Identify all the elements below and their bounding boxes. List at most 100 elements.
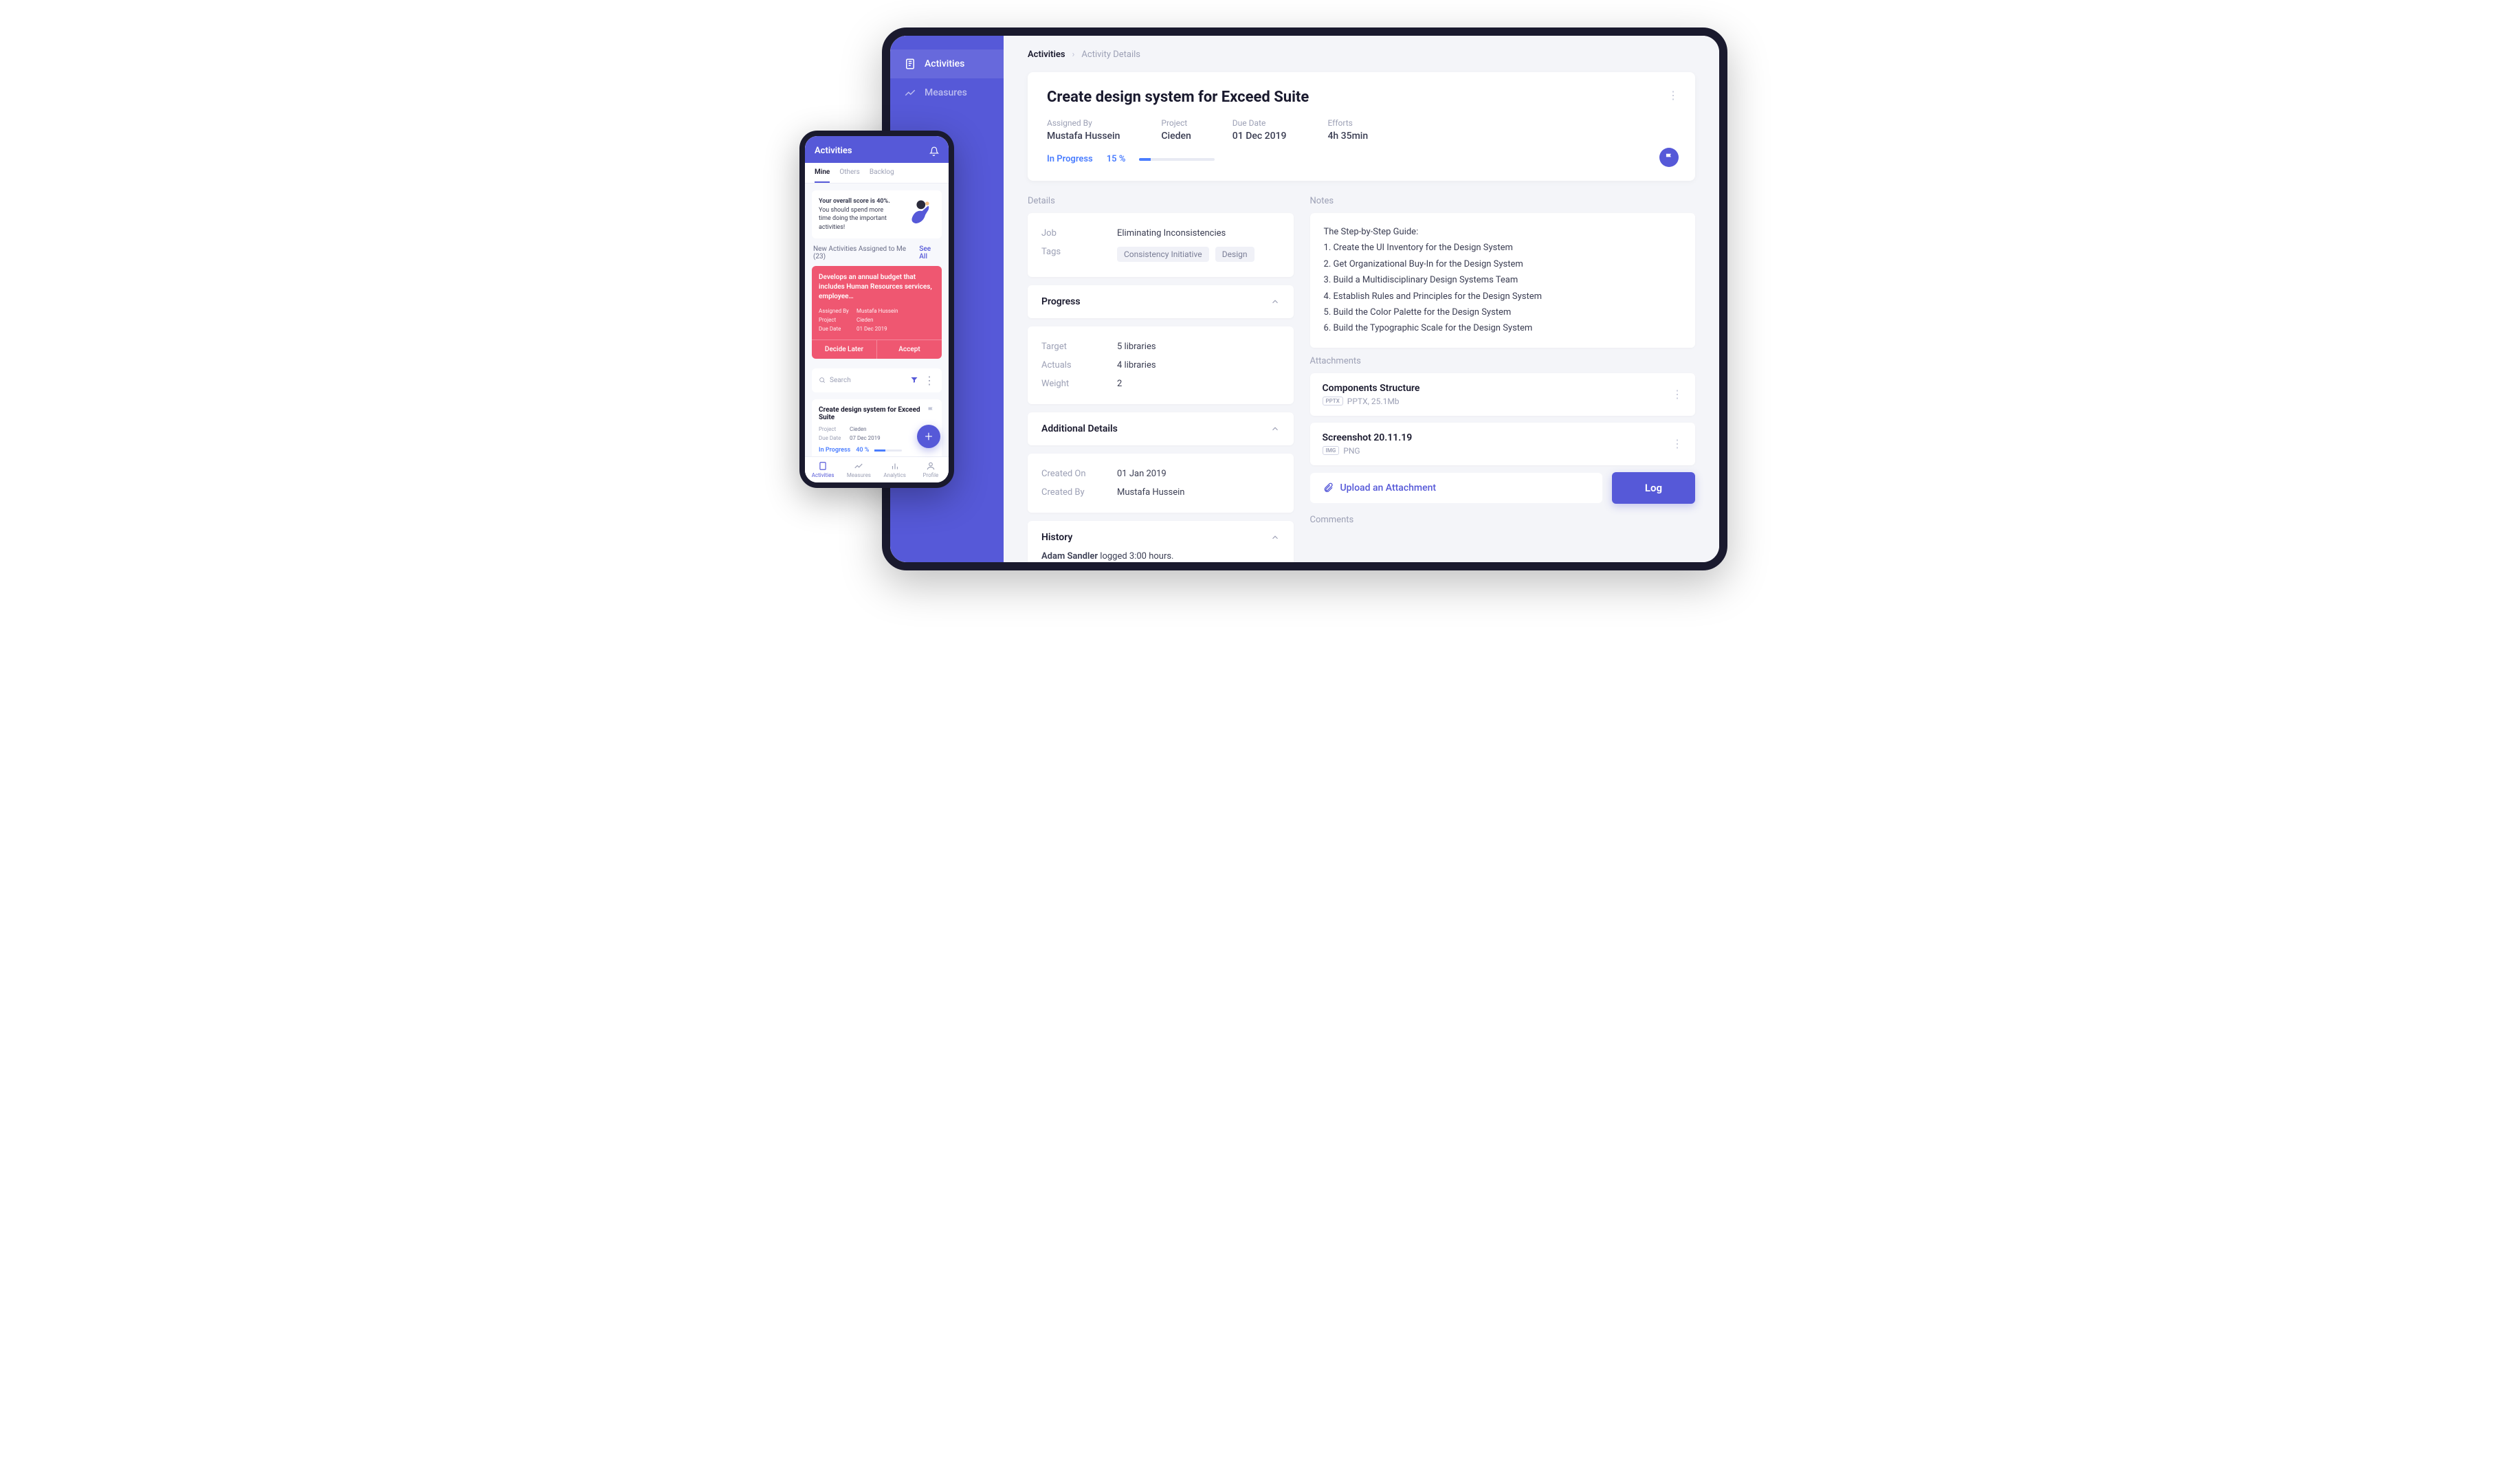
efforts-value: 4h 35min <box>1327 131 1368 142</box>
new-activity-card[interactable]: Develops an annual budget that includes … <box>812 266 942 358</box>
upload-label: Upload an Attachment <box>1340 482 1437 493</box>
flag-button[interactable] <box>1659 148 1679 167</box>
phone-device: Activities Mine Others Backlog Your over… <box>799 131 954 488</box>
attachment-item[interactable]: Screenshot 20.11.19 IMG PNG ⋮ <box>1310 423 1695 465</box>
more-icon[interactable]: ⋮ <box>1672 388 1683 401</box>
weight-value: 2 <box>1117 379 1122 389</box>
tag-pill[interactable]: Consistency Initiative <box>1117 247 1209 262</box>
search-bar: Search ⋮ <box>812 368 942 392</box>
phone-header-title: Activities <box>815 146 852 156</box>
label: Due Date <box>819 325 856 334</box>
created-by-value: Mustafa Hussein <box>1117 487 1184 498</box>
nav-activities[interactable]: Activities <box>805 457 841 482</box>
history-action: logged 3:00 hours. <box>1098 551 1173 561</box>
value: Cieden <box>856 317 874 323</box>
tab-others[interactable]: Others <box>839 168 860 183</box>
plus-icon: + <box>925 428 932 445</box>
notes-section-label: Notes <box>1310 196 1695 206</box>
score-text: You should spend more time doing the imp… <box>819 206 892 232</box>
more-icon[interactable]: ⋮ <box>924 374 935 387</box>
phone-bottom-nav: Activities Measures Analytics Profile <box>805 456 949 482</box>
attachment-name: Screenshot 20.11.19 <box>1323 432 1413 443</box>
nav-analytics[interactable]: Analytics <box>877 457 913 482</box>
created-on-label: Created On <box>1041 469 1096 479</box>
user-icon <box>926 461 936 471</box>
chevron-up-icon[interactable] <box>1270 533 1280 542</box>
nav-label: Profile <box>922 472 938 478</box>
accept-button[interactable]: Accept <box>876 340 942 359</box>
clipboard-icon <box>818 461 828 471</box>
notes-line: 6. Build the Typographic Scale for the D… <box>1324 320 1681 336</box>
notes-line: 1. Create the UI Inventory for the Desig… <box>1324 240 1681 256</box>
more-icon[interactable]: ⋮ <box>1668 89 1679 102</box>
value: Mustafa Hussein <box>856 308 898 314</box>
label: Due Date <box>819 434 850 443</box>
history-user: Adam Sandler <box>1041 551 1098 561</box>
value: Cieden <box>850 426 867 432</box>
chevron-right-icon: › <box>1072 49 1075 60</box>
job-label: Job <box>1041 228 1096 238</box>
list-progress-bar <box>874 449 902 452</box>
see-all-link[interactable]: See All <box>919 245 940 260</box>
sidebar-item-measures[interactable]: Measures <box>890 78 1004 107</box>
due-date-label: Due Date <box>1233 118 1287 128</box>
nav-label: Analytics <box>883 472 906 478</box>
tab-backlog[interactable]: Backlog <box>870 168 894 183</box>
bell-icon[interactable] <box>929 146 939 156</box>
list-card-title: Create design system for Exceed Suite <box>819 406 935 421</box>
tab-mine[interactable]: Mine <box>815 168 830 183</box>
progress-title: Progress <box>1041 296 1081 307</box>
phone-tabs: Mine Others Backlog <box>805 163 949 184</box>
history-title: History <box>1041 532 1072 543</box>
trend-icon <box>904 87 916 99</box>
tags-label: Tags <box>1041 247 1096 262</box>
nav-measures[interactable]: Measures <box>841 457 876 482</box>
attachments-section-label: Attachments <box>1310 356 1695 366</box>
progress-percent: 15 % <box>1107 154 1126 164</box>
chevron-up-icon[interactable] <box>1270 424 1280 434</box>
activity-title: Create design system for Exceed Suite <box>1047 89 1676 106</box>
trend-icon <box>854 461 863 471</box>
attachment-item[interactable]: Components Structure PPTX PPTX, 25.1Mb ⋮ <box>1310 373 1695 416</box>
notes-line: 4. Establish Rules and Principles for th… <box>1324 289 1681 304</box>
assigned-label: New Activities Assigned to Me (23) <box>813 245 919 260</box>
decide-later-button[interactable]: Decide Later <box>812 340 876 359</box>
search-icon <box>819 377 826 383</box>
nav-label: Measures <box>847 472 871 478</box>
breadcrumb-current: Activity Details <box>1081 49 1140 60</box>
value: 01 Dec 2019 <box>856 326 887 332</box>
file-type-badge: IMG <box>1323 446 1340 455</box>
attachment-meta-text: PPTX, 25.1Mb <box>1347 397 1400 406</box>
due-date-value: 01 Dec 2019 <box>1233 131 1287 142</box>
list-status: In Progress <box>819 447 850 454</box>
upload-attachment-link[interactable]: Upload an Attachment <box>1310 473 1602 503</box>
search-placeholder: Search <box>830 377 851 384</box>
right-column: Notes The Step-by-Step Guide: 1. Create … <box>1310 196 1695 562</box>
progress-bar <box>1139 158 1215 161</box>
target-value: 5 libraries <box>1117 342 1156 352</box>
log-button[interactable]: Log <box>1612 472 1695 504</box>
created-on-value: 01 Jan 2019 <box>1117 469 1167 479</box>
file-type-badge: PPTX <box>1323 397 1343 405</box>
sidebar-item-label: Measures <box>925 87 967 98</box>
tag-pill[interactable]: Design <box>1215 247 1255 262</box>
history-card: History Adam Sandler logged 3:00 hours. … <box>1028 521 1294 562</box>
breadcrumb: Activities › Activity Details <box>1028 49 1695 60</box>
weight-label: Weight <box>1041 379 1096 389</box>
chevron-up-icon[interactable] <box>1270 297 1280 307</box>
breadcrumb-root[interactable]: Activities <box>1028 49 1065 60</box>
assigned-by-label: Assigned By <box>1047 118 1120 128</box>
notes-line: 2. Get Organizational Buy-In for the Des… <box>1324 256 1681 272</box>
nav-profile[interactable]: Profile <box>913 457 949 482</box>
filter-icon[interactable] <box>910 376 918 384</box>
tablet-device: Activities Measures Activities › Activit… <box>882 27 1727 570</box>
phone-body: Your overall score is 40%. You should sp… <box>805 184 949 456</box>
add-fab[interactable]: + <box>917 425 940 448</box>
additional-body-card: Created On 01 Jan 2019 Created By Mustaf… <box>1028 454 1294 513</box>
activity-card-title: Develops an annual budget that includes … <box>819 273 935 302</box>
sidebar-item-activities[interactable]: Activities <box>890 49 1004 78</box>
clipboard-icon <box>904 58 916 70</box>
more-icon[interactable]: ⋮ <box>1672 437 1683 450</box>
project-value: Cieden <box>1161 131 1191 142</box>
search-input[interactable]: Search <box>819 377 905 384</box>
